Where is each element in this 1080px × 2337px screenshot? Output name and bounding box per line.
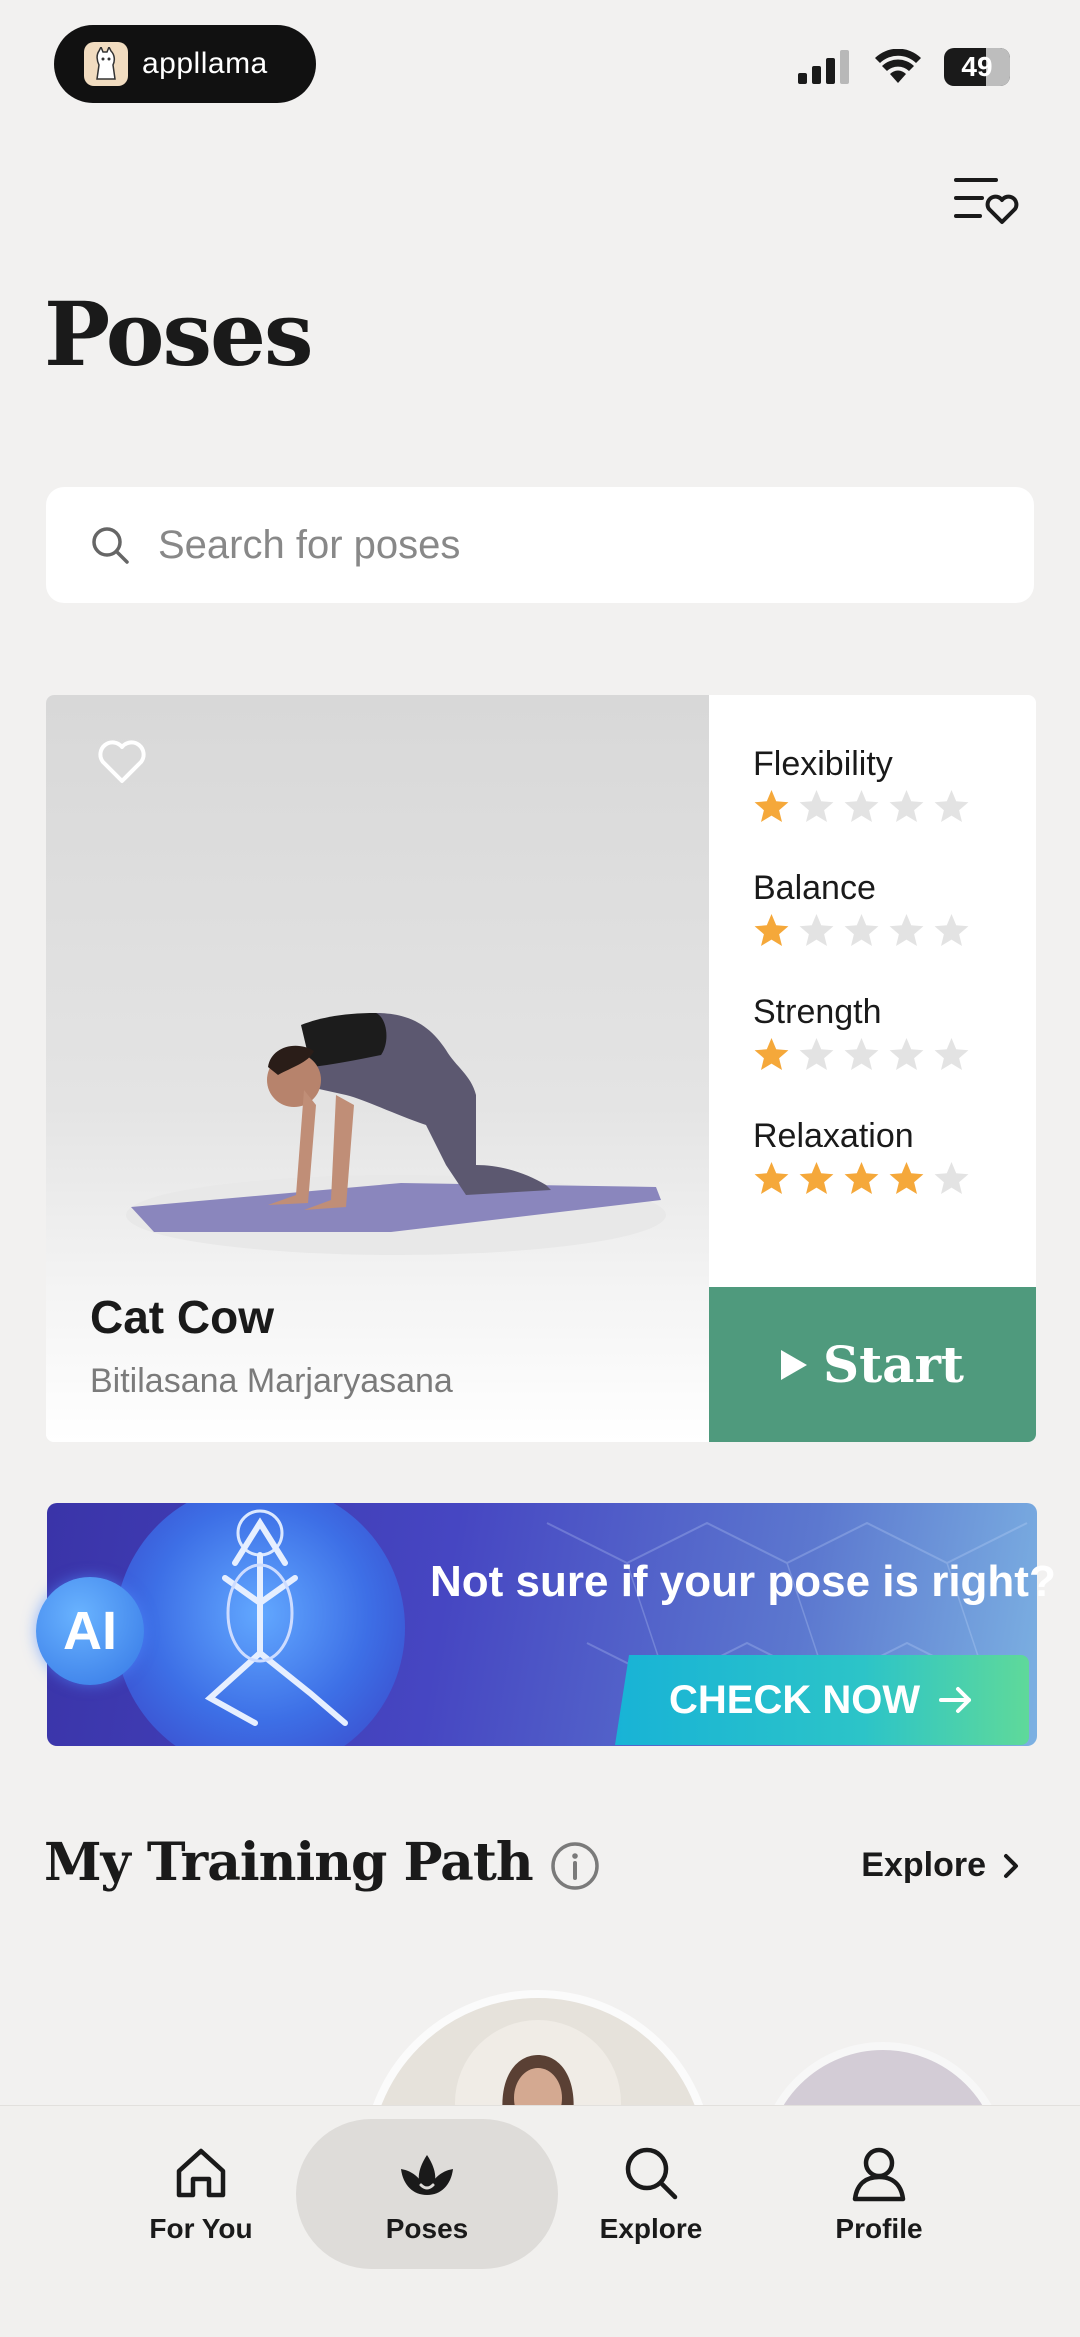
star-rating — [753, 789, 970, 829]
search-input[interactable] — [158, 522, 1018, 568]
tab-label: Explore — [599, 2213, 703, 2244]
start-label: Start — [822, 1335, 965, 1394]
star-empty-icon — [799, 1038, 834, 1070]
cellular-signal-icon — [798, 50, 849, 84]
tab-for-you[interactable]: For You — [101, 2119, 301, 2269]
tab-explore[interactable]: Explore — [551, 2119, 751, 2269]
star-filled-icon — [754, 914, 789, 946]
star-empty-icon — [889, 790, 924, 822]
explore-link[interactable]: Explore — [861, 1846, 1020, 1885]
pose-image[interactable]: Cat Cow Bitilasana Marjaryasana — [46, 695, 709, 1442]
star-empty-icon — [934, 790, 969, 822]
battery-indicator: 49 — [944, 48, 1010, 86]
star-empty-icon — [934, 1038, 969, 1070]
pose-ratings: Flexibility Balance Strength Relaxation — [753, 745, 970, 1241]
profile-icon — [852, 2147, 906, 2202]
featured-pose-card[interactable]: Cat Cow Bitilasana Marjaryasana Flexibil… — [46, 695, 1036, 1442]
check-now-button[interactable]: CHECK NOW — [615, 1655, 1029, 1745]
star-filled-icon — [754, 1162, 789, 1194]
star-empty-icon — [889, 914, 924, 946]
search-icon — [92, 527, 129, 564]
tab-label: Poses — [385, 2213, 469, 2244]
star-rating — [753, 1161, 970, 1201]
star-empty-icon — [844, 790, 879, 822]
explore-link-label: Explore — [861, 1846, 986, 1884]
tab-profile[interactable]: Profile — [779, 2119, 979, 2269]
info-button[interactable] — [550, 1841, 600, 1891]
rating-label: Balance — [753, 869, 876, 907]
favorite-button[interactable] — [96, 737, 148, 785]
star-filled-icon — [799, 1162, 834, 1194]
star-empty-icon — [799, 914, 834, 946]
pose-sanskrit-name: Bitilasana Marjaryasana — [90, 1362, 453, 1400]
heart-outline-icon — [98, 740, 146, 783]
rating-balance: Balance — [753, 869, 970, 953]
star-filled-icon — [754, 790, 789, 822]
training-path-title: My Training Path — [44, 1832, 534, 1893]
star-filled-icon — [844, 1162, 879, 1194]
list-heart-icon — [954, 178, 1019, 224]
star-empty-icon — [934, 914, 969, 946]
ai-badge: AI — [36, 1577, 144, 1685]
rating-relaxation: Relaxation — [753, 1117, 970, 1201]
rating-strength: Strength — [753, 993, 970, 1077]
star-filled-icon — [754, 1038, 789, 1070]
info-icon — [551, 1842, 599, 1890]
status-bar: appllama 49 — [0, 0, 1080, 130]
tab-poses[interactable]: Poses — [296, 2119, 558, 2269]
tab-label: For You — [149, 2213, 253, 2244]
favorites-list-button[interactable] — [952, 170, 1022, 230]
page-title: Poses — [44, 282, 314, 386]
check-now-label: CHECK NOW — [669, 1677, 921, 1722]
star-empty-icon — [889, 1038, 924, 1070]
wifi-icon — [875, 49, 921, 83]
start-button[interactable]: Start — [709, 1287, 1036, 1442]
star-empty-icon — [844, 914, 879, 946]
bottom-tab-bar: For You Poses Explore Profile — [0, 2105, 1080, 2337]
play-icon — [780, 1349, 807, 1380]
star-empty-icon — [934, 1162, 969, 1194]
ai-orb — [115, 1503, 405, 1746]
arrow-right-icon — [939, 1687, 972, 1713]
lotus-icon — [401, 2155, 453, 2195]
star-rating — [753, 1037, 970, 1077]
star-empty-icon — [844, 1038, 879, 1070]
tab-label: Profile — [835, 2213, 923, 2244]
rating-flexibility: Flexibility — [753, 745, 970, 829]
search-bar[interactable] — [46, 487, 1034, 603]
llama-logo-icon — [84, 42, 128, 86]
brand-pill: appllama — [54, 25, 316, 103]
chevron-right-icon — [1004, 1853, 1018, 1878]
pose-name: Cat Cow — [90, 1291, 274, 1343]
status-icons: 49 — [796, 48, 1010, 86]
rating-label: Flexibility — [753, 745, 893, 783]
anatomy-figure-icon — [204, 1509, 348, 1726]
home-icon — [176, 2148, 226, 2198]
rating-label: Relaxation — [753, 1117, 914, 1155]
rating-label: Strength — [753, 993, 882, 1031]
star-filled-icon — [889, 1162, 924, 1194]
star-rating — [753, 913, 970, 953]
ai-banner-headline: Not sure if your pose is right? — [430, 1557, 1056, 1606]
star-empty-icon — [799, 790, 834, 822]
brand-name: appllama — [142, 47, 268, 80]
search-icon — [625, 2147, 678, 2200]
